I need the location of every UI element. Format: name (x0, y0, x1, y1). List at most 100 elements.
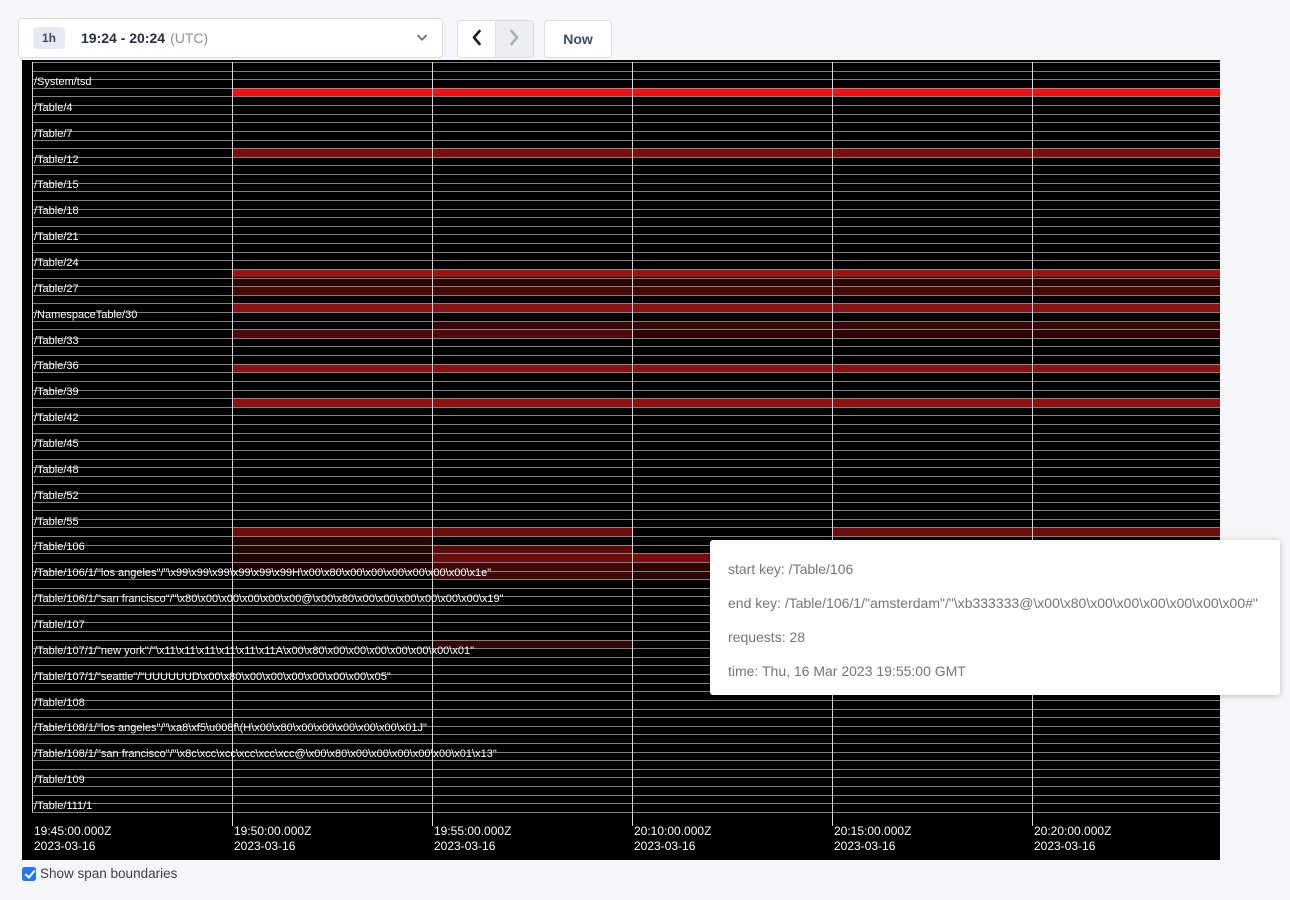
heatmap-row-label: /NamespaceTable/30 (34, 309, 137, 321)
heat-band[interactable] (432, 545, 632, 554)
grid-hline (32, 381, 1220, 382)
heatmap-row-label: /System/tsd (34, 76, 91, 88)
heatmap-row-label: /Table/52 (34, 490, 79, 502)
grid-hline (32, 415, 1220, 416)
heat-band[interactable] (632, 329, 1220, 338)
heatmap-row-label: /Table/106 (34, 541, 85, 553)
time-range-nav-group (457, 20, 534, 58)
grid-hline (32, 122, 1220, 123)
heatmap-row-label: /Table/111/1 (34, 800, 92, 812)
time-range-text: 19:24 - 20:24 (81, 30, 165, 46)
grid-hline (32, 734, 1220, 735)
grid-hline (32, 441, 1220, 442)
grid-hline (32, 157, 1220, 158)
grid-hline (32, 760, 1220, 761)
prev-range-button[interactable] (458, 21, 496, 57)
heatmap-row-label: /Table/42 (34, 412, 79, 424)
grid-hline (32, 777, 1220, 778)
heatmap-row-label: /Table/27 (34, 283, 79, 295)
grid-hline (32, 769, 1220, 770)
grid-hline (32, 398, 1220, 399)
x-axis-label: 19:55:00.000Z2023-03-16 (434, 824, 511, 854)
heat-band[interactable] (832, 527, 1220, 536)
heat-band[interactable] (432, 321, 1220, 330)
heat-band[interactable] (232, 286, 1220, 295)
now-button[interactable]: Now (544, 20, 612, 58)
grid-hline (32, 493, 1220, 494)
grid-vline (632, 62, 633, 812)
grid-hline (32, 407, 1220, 408)
grid-vline (232, 62, 233, 812)
grid-hline (32, 786, 1220, 787)
grid-hline (32, 321, 1220, 322)
heatmap-row-label: /Table/107 (34, 619, 85, 631)
heatmap-row-label: /Table/12 (34, 154, 79, 166)
grid-hline (32, 165, 1220, 166)
grid-hline (32, 183, 1220, 184)
heat-band[interactable] (232, 278, 1220, 287)
grid-hline (32, 131, 1220, 132)
x-axis-tick (832, 812, 833, 826)
heat-band[interactable] (232, 398, 1220, 407)
grid-hline (32, 476, 1220, 477)
next-range-button[interactable] (496, 21, 533, 57)
x-axis-date: 2023-03-16 (634, 839, 711, 854)
heatmap-row-label: /Table/24 (34, 257, 79, 269)
time-range-select[interactable]: 1h 19:24 - 20:24 (UTC) (18, 18, 443, 58)
grid-vline (832, 62, 833, 812)
heatmap-row-label: /Table/18 (34, 205, 79, 217)
grid-hline (32, 88, 1220, 89)
grid-hline (32, 79, 1220, 80)
heatmap-row-label: /Table/33 (34, 335, 79, 347)
time-range-zone: (UTC) (170, 30, 208, 46)
show-span-boundaries-label: Show span boundaries (40, 866, 177, 881)
grid-hline (32, 536, 1220, 537)
heat-band[interactable] (432, 553, 632, 562)
grid-hline (32, 803, 1220, 804)
heatmap-row-label: /Table/107/1/"seattle"/"UUUUUUD\x00\x80\… (34, 671, 391, 683)
grid-hline (32, 795, 1220, 796)
tooltip-requests: requests: 28 (728, 620, 1280, 654)
heatmap-row-label: /Table/109 (34, 774, 85, 786)
heatmap-row-label: /Table/106/1/"san francisco"/"\x80\x00\x… (34, 593, 504, 605)
heatmap-row-label: /Table/108/1/"los angeles"/"\xa8\xf5\u00… (34, 722, 427, 734)
heat-band[interactable] (232, 88, 1220, 97)
grid-hline (32, 269, 1220, 270)
grid-hline (32, 390, 1220, 391)
heatmap-row-label: /Table/108/1/"san francisco"/"\x8c\xcc\x… (34, 748, 497, 760)
grid-hline (32, 295, 1220, 296)
x-axis-date: 2023-03-16 (834, 839, 911, 854)
grid-hline (32, 303, 1220, 304)
heat-band[interactable] (232, 269, 1220, 278)
heatmap-row-label: /Table/107/1/"new york"/"\x11\x11\x11\x1… (34, 645, 474, 657)
grid-hline (32, 71, 1220, 72)
key-visualizer-heatmap[interactable]: /System/tsd/Table/4/Table/7/Table/12/Tab… (22, 60, 1220, 860)
x-axis-date: 2023-03-16 (434, 839, 511, 854)
grid-hline (32, 140, 1220, 141)
x-axis-tick (1032, 812, 1033, 826)
x-axis-time: 19:55:00.000Z (434, 824, 511, 839)
grid-hline (32, 148, 1220, 149)
grid-hline (32, 355, 1220, 356)
chevron-down-icon (416, 34, 428, 42)
grid-hline (32, 450, 1220, 451)
heatmap-row-label: /Table/7 (34, 128, 73, 140)
heat-band[interactable] (232, 303, 1220, 312)
heatmap-row-label: /Table/21 (34, 231, 79, 243)
x-axis-time: 20:10:00.000Z (634, 824, 711, 839)
grid-hline (32, 424, 1220, 425)
heat-band[interactable] (232, 364, 1220, 373)
chevron-left-icon (471, 29, 482, 49)
grid-hline (32, 338, 1220, 339)
grid-hline (32, 217, 1220, 218)
grid-hline (32, 372, 1220, 373)
heatmap-tooltip: start key: /Table/106 end key: /Table/10… (710, 540, 1280, 695)
heat-band[interactable] (232, 148, 1220, 157)
x-axis-date: 2023-03-16 (1034, 839, 1111, 854)
grid-vline (1032, 62, 1033, 812)
grid-hline (32, 278, 1220, 279)
grid-hline (32, 105, 1220, 106)
grid-hline (32, 96, 1220, 97)
show-span-boundaries-checkbox[interactable] (22, 867, 36, 881)
x-axis-time: 20:20:00.000Z (1034, 824, 1111, 839)
